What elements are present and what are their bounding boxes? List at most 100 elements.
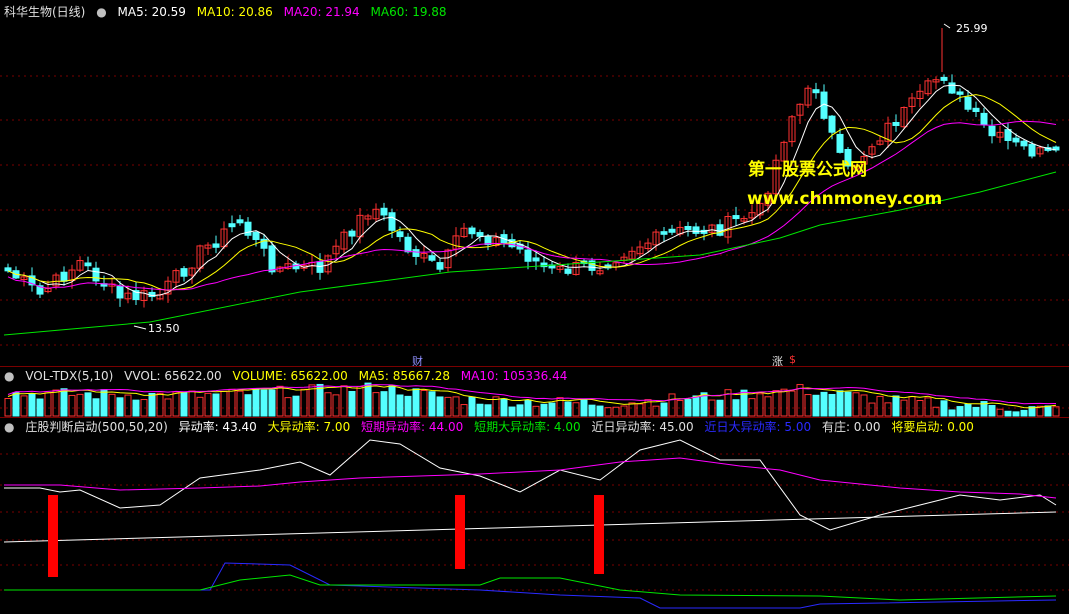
volume-bar	[228, 388, 236, 417]
volume-indicator-name[interactable]: VOL-TDX(5,10)	[25, 369, 113, 383]
candle-body	[980, 112, 988, 125]
candle-body	[228, 223, 236, 228]
watermark-title: 第一股票公式网	[748, 160, 867, 180]
volume-ma5-value: MA5: 85667.28	[358, 369, 450, 383]
volume-bar	[332, 394, 340, 417]
candle-body	[244, 221, 252, 236]
volume-bar	[1012, 411, 1020, 417]
indicator-item: 近日大异动率: 5.00	[704, 420, 812, 434]
volume-bar	[772, 390, 780, 417]
volume-bar	[548, 402, 556, 417]
candle-body	[268, 245, 276, 273]
candle-body	[116, 286, 124, 299]
candle-body	[716, 224, 724, 236]
settings-circle-icon[interactable]: ●	[4, 369, 14, 383]
candle-body	[84, 262, 92, 267]
volume-bar	[996, 408, 1004, 417]
volume-bar	[988, 404, 996, 417]
volume-bar	[404, 395, 412, 417]
volume-bar	[732, 399, 740, 417]
candle-body	[732, 215, 740, 220]
volume-bar	[260, 389, 268, 417]
volume-bar	[804, 394, 812, 417]
candle-body	[1020, 140, 1028, 147]
volume-bar	[420, 390, 428, 417]
volume-bar	[604, 407, 612, 417]
volume-bar	[124, 394, 132, 417]
price-low-label: 13.50	[148, 322, 180, 335]
indicator-name[interactable]: 庄股判断启动(500,50,20)	[25, 420, 167, 434]
volume-bar	[220, 391, 228, 417]
volume-bar	[884, 402, 892, 417]
start-signal-bar	[594, 495, 604, 574]
volume-value: VOLUME: 65622.00	[232, 369, 348, 383]
candle-body	[956, 91, 964, 95]
candle-body	[524, 249, 532, 262]
candle-body	[316, 261, 324, 273]
volume-bar	[244, 394, 252, 417]
volume-bar	[748, 398, 756, 417]
volume-bar	[892, 395, 900, 417]
settings-circle-icon[interactable]: ●	[4, 420, 14, 434]
candle-body	[236, 219, 244, 224]
volume-bar	[524, 399, 532, 417]
volume-bar	[820, 391, 828, 417]
candle-body	[428, 255, 436, 261]
volume-bar	[956, 406, 964, 417]
candle-body	[972, 107, 980, 112]
volume-bar	[388, 385, 396, 417]
volume-bar	[972, 406, 980, 417]
candle-body	[348, 230, 356, 237]
volume-bar	[564, 401, 572, 417]
volume-bar	[828, 393, 836, 417]
candle-body	[812, 89, 820, 94]
volume-bar	[484, 404, 492, 417]
start-signal-bar	[48, 495, 58, 577]
volume-bar	[636, 403, 644, 417]
volume-bar	[628, 402, 636, 417]
dividend-marker[interactable]: $	[789, 353, 796, 366]
candle-body	[436, 262, 444, 270]
volume-bar	[460, 404, 468, 417]
candle-body	[948, 82, 956, 94]
volume-bar	[788, 390, 796, 417]
volume-bar	[444, 396, 452, 417]
volume-bar	[396, 394, 404, 417]
volume-bar	[348, 390, 356, 417]
volume-bar	[372, 392, 380, 417]
indicator-item: 将要启动: 0.00	[891, 420, 974, 434]
volume-bar	[756, 393, 764, 417]
candle-body	[564, 268, 572, 274]
volume-bar	[236, 390, 244, 417]
volume-bar	[588, 404, 596, 417]
volume-bar	[316, 383, 324, 417]
chart-canvas[interactable]	[0, 0, 1069, 614]
volume-bar	[468, 396, 476, 417]
candle-body	[964, 96, 972, 110]
volume-bar	[844, 391, 852, 417]
volume-bar	[300, 388, 308, 417]
volume-bar	[172, 391, 180, 417]
volume-bar	[12, 392, 20, 417]
volume-bar	[612, 406, 620, 417]
volume-bar	[252, 388, 260, 417]
short-term-big-rate-line	[4, 574, 1057, 601]
volume-bar	[324, 392, 332, 417]
volume-bar	[860, 394, 868, 417]
volume-bar	[908, 396, 916, 417]
volume-bar	[660, 402, 668, 417]
candles-layer	[4, 28, 1060, 308]
candle-body	[988, 125, 996, 137]
volume-bar	[436, 396, 444, 417]
volume-bar	[940, 400, 948, 417]
volume-bar	[572, 402, 580, 417]
volume-bar	[1004, 410, 1012, 417]
volume-bar	[452, 396, 460, 417]
volume-bar	[580, 399, 588, 417]
volume-bar	[284, 397, 292, 417]
candle-body	[180, 268, 188, 277]
volume-bar	[164, 398, 172, 417]
volume-bar	[540, 403, 548, 417]
volume-bar	[1044, 405, 1052, 417]
volume-bar	[36, 398, 44, 417]
